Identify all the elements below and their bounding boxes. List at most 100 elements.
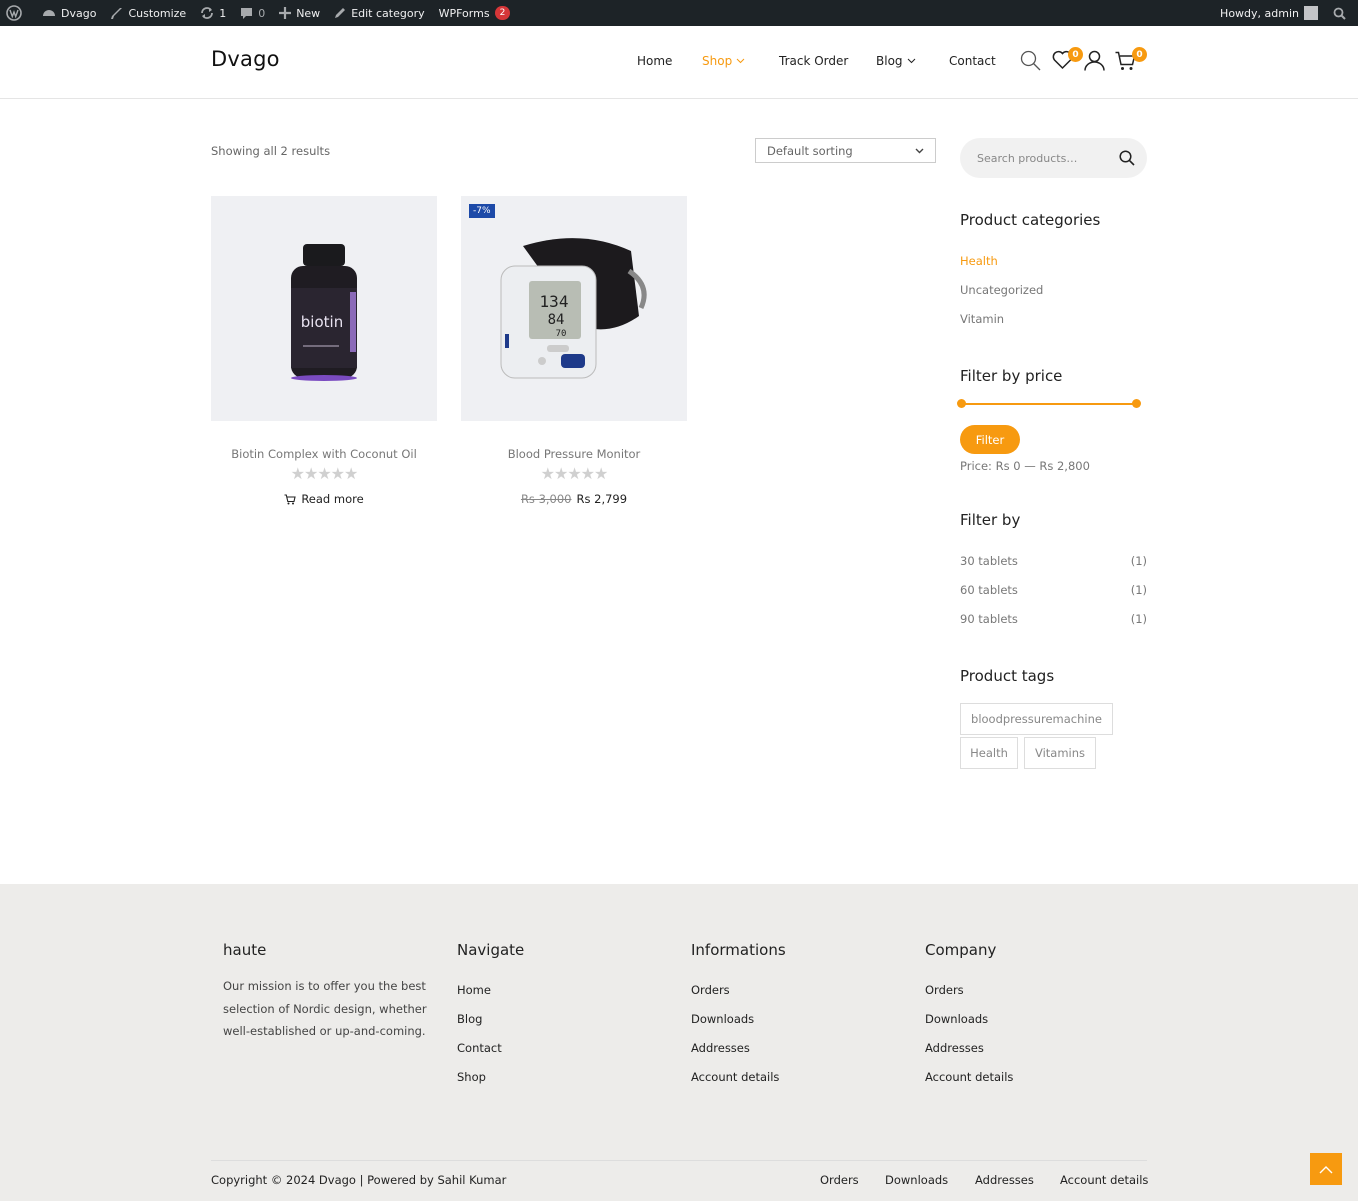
read-more-button[interactable]: Read more — [211, 492, 437, 506]
tag-bloodpressuremachine[interactable]: bloodpressuremachine — [960, 703, 1113, 735]
product-title[interactable]: Blood Pressure Monitor — [461, 447, 687, 461]
site-footer: haute Our mission is to offer you the be… — [0, 884, 1358, 1201]
wordpress-icon — [6, 5, 22, 21]
customize-link[interactable]: Customize — [104, 0, 192, 26]
old-price: Rs 3,000 — [520, 492, 572, 506]
nav-home[interactable]: Home — [637, 54, 672, 68]
search-icon[interactable] — [1333, 7, 1346, 20]
svg-text:70: 70 — [556, 329, 567, 339]
comments-count: 0 — [258, 6, 266, 20]
footer-link-contact[interactable]: Contact — [457, 1041, 502, 1055]
tag-health[interactable]: Health — [960, 737, 1018, 769]
price-slider-min-handle[interactable] — [957, 399, 966, 408]
sale-badge: -7% — [469, 204, 495, 218]
admin-bar: Dvago Customize 1 0 New Edit category WP… — [0, 0, 1358, 26]
footer-link-blog[interactable]: Blog — [457, 1012, 482, 1026]
footer-link-orders[interactable]: Orders — [925, 983, 964, 997]
cart-button[interactable]: 0 — [1115, 47, 1147, 73]
product-search[interactable]: Search products… — [960, 138, 1147, 178]
footer-col-about: haute Our mission is to offer you the be… — [223, 941, 438, 1043]
biotin-bottle-image: biotin — [291, 244, 357, 381]
dashboard-icon — [43, 10, 55, 16]
price-slider-max-handle[interactable] — [1132, 399, 1141, 408]
chevron-down-icon — [907, 58, 915, 64]
edit-category-link[interactable]: Edit category — [328, 0, 430, 26]
footer-link-downloads[interactable]: Downloads — [691, 1012, 754, 1026]
read-more-label: Read more — [301, 492, 364, 506]
search-input[interactable]: Search products… — [977, 152, 1077, 165]
footer-link-account-details[interactable]: Account details — [691, 1070, 779, 1084]
wishlist-button[interactable]: 0 — [1052, 47, 1083, 72]
nav-track-order[interactable]: Track Order — [779, 54, 848, 68]
product-image-biotin[interactable]: biotin — [211, 196, 437, 421]
edit-category-label: Edit category — [351, 6, 425, 20]
cart-count-badge: 0 — [1132, 47, 1147, 62]
updates-link[interactable]: 1 — [194, 0, 232, 26]
nav-contact[interactable]: Contact — [949, 54, 996, 68]
bottom-link-account-details[interactable]: Account details — [1060, 1173, 1148, 1187]
footer-company-title: Company — [925, 941, 997, 959]
footer-link-addresses[interactable]: Addresses — [691, 1041, 750, 1055]
search-icon[interactable] — [1119, 150, 1135, 166]
updates-icon — [201, 7, 214, 19]
cart-icon — [284, 493, 297, 504]
shop-sidebar: Search products… Product categories Heal… — [957, 138, 1147, 769]
nav-track-order-label: Track Order — [779, 54, 849, 68]
comments-link[interactable]: 0 — [234, 0, 271, 26]
chevron-down-icon — [736, 58, 745, 64]
wordpress-menu[interactable] — [0, 0, 28, 26]
product-title[interactable]: Biotin Complex with Coconut Oil — [211, 447, 437, 461]
price-filter-title: Filter by price — [960, 367, 1063, 385]
bottom-link-orders[interactable]: Orders — [820, 1173, 859, 1187]
howdy-label: Howdy, admin — [1220, 6, 1299, 20]
footer-navigate-title: Navigate — [457, 941, 525, 959]
site-logo[interactable]: Dvago — [211, 47, 280, 71]
scroll-to-top-button[interactable] — [1310, 1153, 1342, 1185]
user-icon[interactable] — [1084, 50, 1105, 71]
filter-count: (1) — [1130, 583, 1147, 597]
bottom-link-addresses[interactable]: Addresses — [975, 1173, 1034, 1187]
footer-link-account-details[interactable]: Account details — [925, 1070, 1013, 1084]
category-health[interactable]: Health — [960, 254, 998, 268]
tag-vitamins[interactable]: Vitamins — [1024, 737, 1096, 769]
categories-title: Product categories — [960, 211, 1101, 229]
price-slider-track — [960, 403, 1138, 405]
footer-link-orders[interactable]: Orders — [691, 983, 730, 997]
footer-link-downloads[interactable]: Downloads — [925, 1012, 988, 1026]
account-menu[interactable]: Howdy, admin — [1214, 0, 1358, 26]
footer-about-title: haute — [223, 941, 267, 959]
category-vitamin[interactable]: Vitamin — [960, 312, 1004, 326]
product-image-bp-monitor[interactable]: -7% 134 84 70 — [461, 196, 687, 421]
nav-shop-label: Shop — [702, 54, 733, 68]
filter-button[interactable]: Filter — [960, 425, 1020, 454]
filter-count: (1) — [1130, 554, 1147, 568]
result-count: Showing all 2 results — [211, 144, 331, 158]
product-card: -7% 134 84 70 Blood Pressure Monitor ★★★… — [461, 196, 687, 506]
svg-text:134: 134 — [540, 292, 569, 311]
nav-home-label: Home — [637, 54, 673, 68]
footer-link-shop[interactable]: Shop — [457, 1070, 486, 1084]
category-uncategorized[interactable]: Uncategorized — [960, 283, 1043, 297]
rating-stars: ★★★★★ — [540, 464, 609, 483]
footer-link-home[interactable]: Home — [457, 983, 491, 997]
wpforms-link[interactable]: WPForms 2 — [433, 0, 517, 26]
filter-90-tablets[interactable]: 90 tablets — [960, 612, 1018, 626]
bottom-link-downloads[interactable]: Downloads — [885, 1173, 948, 1187]
updates-count: 1 — [219, 6, 227, 20]
copyright-text: Copyright © 2024 Dvago | Powered by Sahi… — [211, 1173, 507, 1187]
nav-shop[interactable]: Shop — [702, 54, 745, 68]
filter-by-title: Filter by — [960, 511, 1021, 529]
site-name-link[interactable]: Dvago — [36, 0, 102, 26]
footer-about-text: Our mission is to offer you the best sel… — [223, 979, 427, 1038]
search-icon[interactable] — [1020, 50, 1041, 71]
footer-link-addresses[interactable]: Addresses — [925, 1041, 984, 1055]
wpforms-badge: 2 — [494, 6, 511, 20]
nav-blog[interactable]: Blog — [876, 54, 916, 68]
sorting-select[interactable]: Default sorting — [755, 138, 936, 163]
footer-informations-title: Informations — [691, 941, 786, 959]
wishlist-count-badge: 0 — [1068, 47, 1083, 62]
new-content-link[interactable]: New — [273, 0, 326, 26]
arrow-up-icon — [1319, 1165, 1333, 1173]
filter-60-tablets[interactable]: 60 tablets — [960, 583, 1018, 597]
filter-30-tablets[interactable]: 30 tablets — [960, 554, 1018, 568]
